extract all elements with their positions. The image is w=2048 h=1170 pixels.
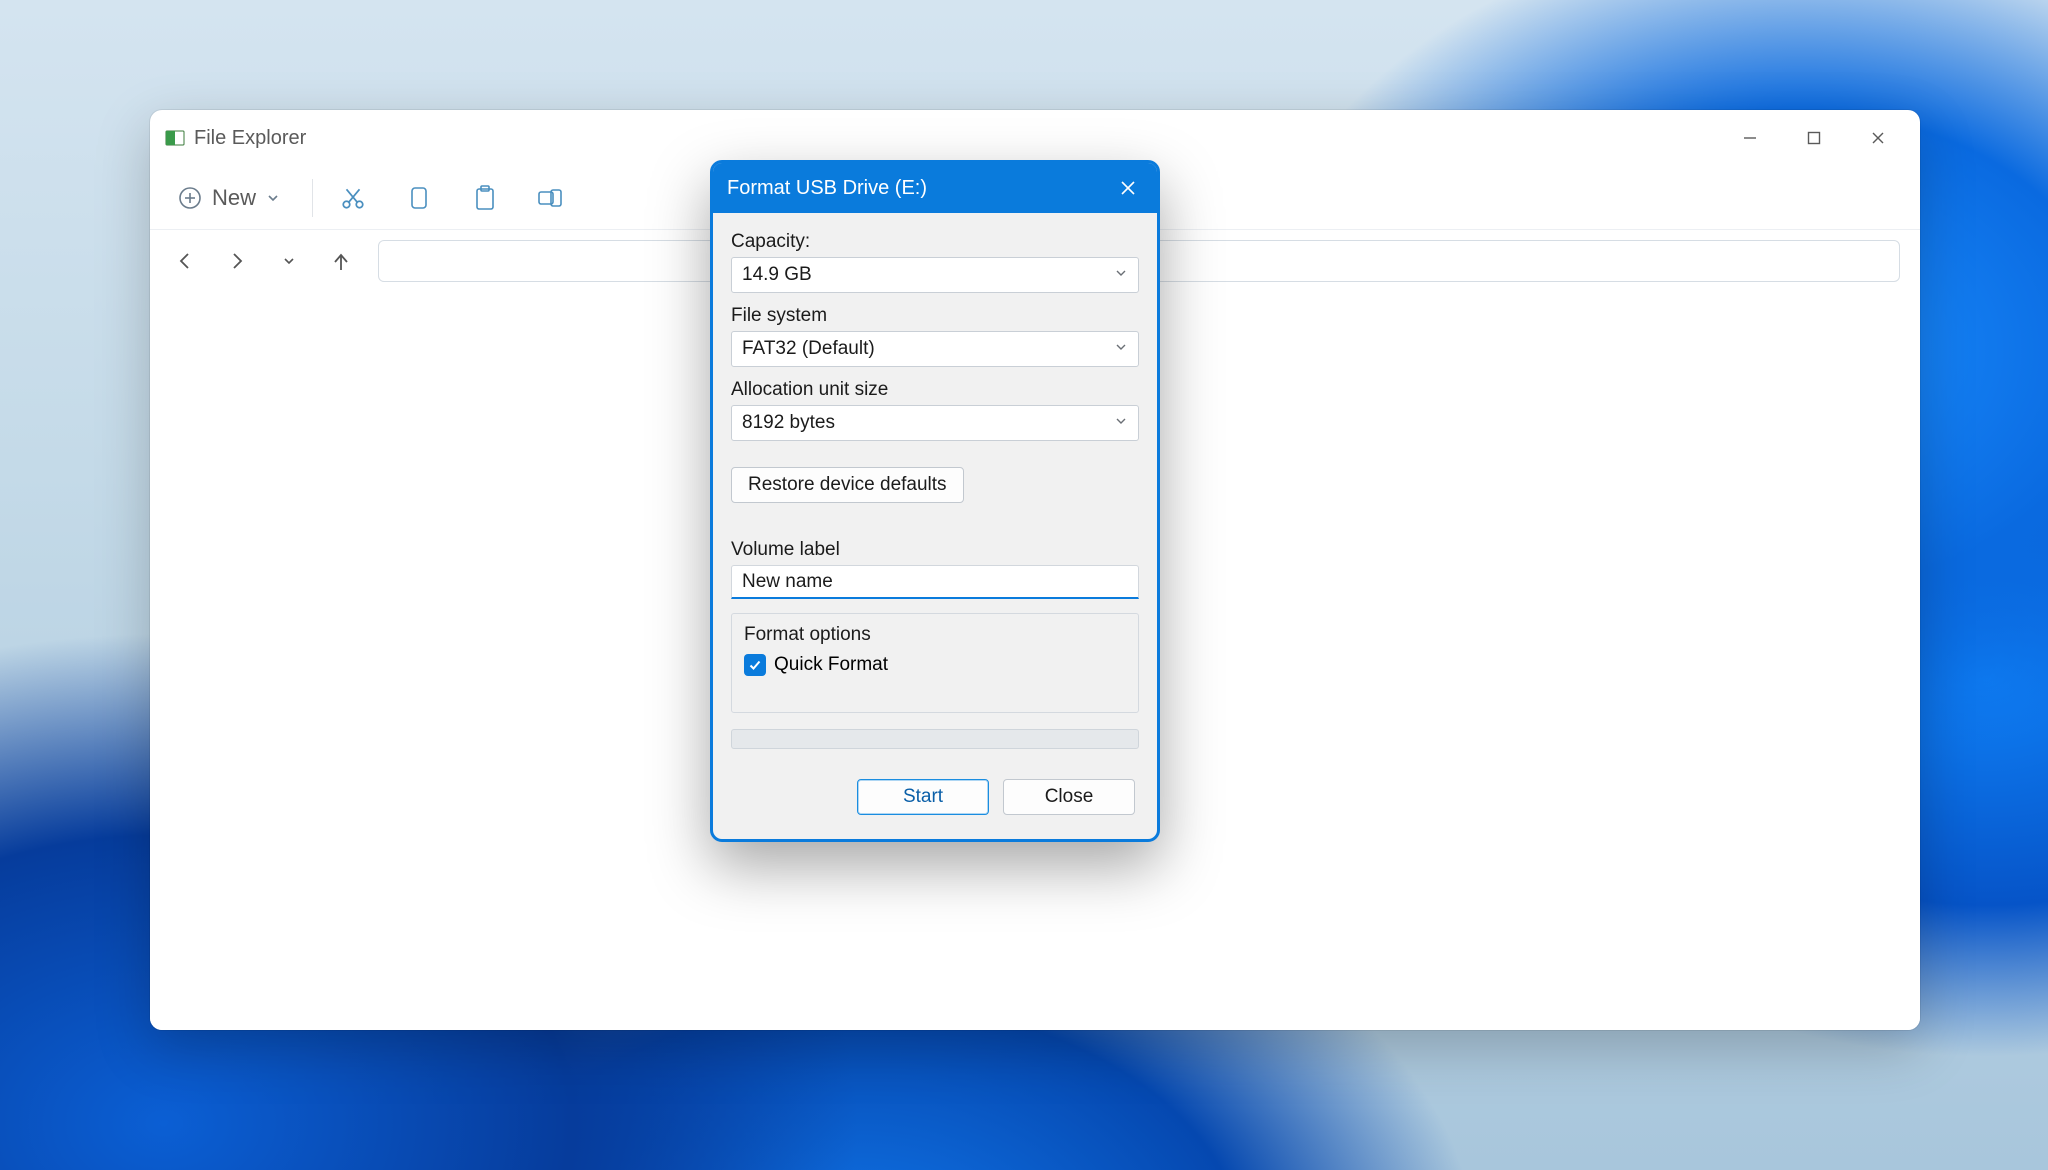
allocation-label: Allocation unit size — [731, 379, 1139, 401]
capacity-dropdown[interactable]: 14.9 GB — [731, 257, 1139, 293]
capacity-label: Capacity: — [731, 231, 1139, 253]
chevron-down-icon — [1114, 338, 1128, 360]
minimize-button[interactable] — [1718, 115, 1782, 161]
titlebar: File Explorer — [150, 110, 1920, 166]
file-explorer-icon — [164, 127, 186, 149]
allocation-dropdown[interactable]: 8192 bytes — [731, 405, 1139, 441]
quick-format-checkbox[interactable]: Quick Format — [744, 654, 1126, 676]
chevron-down-icon — [1114, 264, 1128, 286]
volume-label-label: Volume label — [731, 539, 1139, 561]
forward-button[interactable] — [222, 246, 252, 276]
new-button[interactable]: New — [168, 179, 290, 217]
close-button[interactable] — [1846, 115, 1910, 161]
capacity-value: 14.9 GB — [742, 264, 812, 286]
close-button[interactable]: Close — [1003, 779, 1135, 815]
filesystem-dropdown[interactable]: FAT32 (Default) — [731, 331, 1139, 367]
dialog-body: Capacity: 14.9 GB File system FAT32 (Def… — [713, 213, 1157, 839]
volume-label-input[interactable] — [731, 565, 1139, 599]
allocation-value: 8192 bytes — [742, 412, 835, 434]
up-button[interactable] — [326, 246, 356, 276]
filesystem-label: File system — [731, 305, 1139, 327]
maximize-button[interactable] — [1782, 115, 1846, 161]
new-button-label: New — [212, 185, 256, 211]
restore-defaults-button[interactable]: Restore device defaults — [731, 467, 964, 503]
recent-locations-button[interactable] — [274, 246, 304, 276]
window-title: File Explorer — [194, 127, 306, 150]
checkbox-checked-icon — [744, 654, 766, 676]
chevron-down-icon — [266, 191, 280, 205]
format-options-group: Format options Quick Format — [731, 613, 1139, 713]
dialog-close-button[interactable] — [1113, 173, 1143, 203]
format-dialog: Format USB Drive (E:) Capacity: 14.9 GB … — [710, 160, 1160, 842]
copy-icon[interactable] — [401, 180, 437, 216]
format-options-label: Format options — [744, 624, 1126, 646]
rename-icon[interactable] — [533, 180, 569, 216]
filesystem-value: FAT32 (Default) — [742, 338, 875, 360]
format-progress-bar — [731, 729, 1139, 749]
start-button[interactable]: Start — [857, 779, 989, 815]
quick-format-label: Quick Format — [774, 654, 888, 676]
window-controls — [1718, 115, 1910, 161]
back-button[interactable] — [170, 246, 200, 276]
toolbar-separator — [312, 179, 313, 217]
chevron-down-icon — [1114, 412, 1128, 434]
dialog-title: Format USB Drive (E:) — [727, 177, 927, 200]
dialog-button-row: Start Close — [731, 779, 1139, 815]
cut-icon[interactable] — [335, 180, 371, 216]
paste-icon[interactable] — [467, 180, 503, 216]
dialog-titlebar: Format USB Drive (E:) — [713, 163, 1157, 213]
